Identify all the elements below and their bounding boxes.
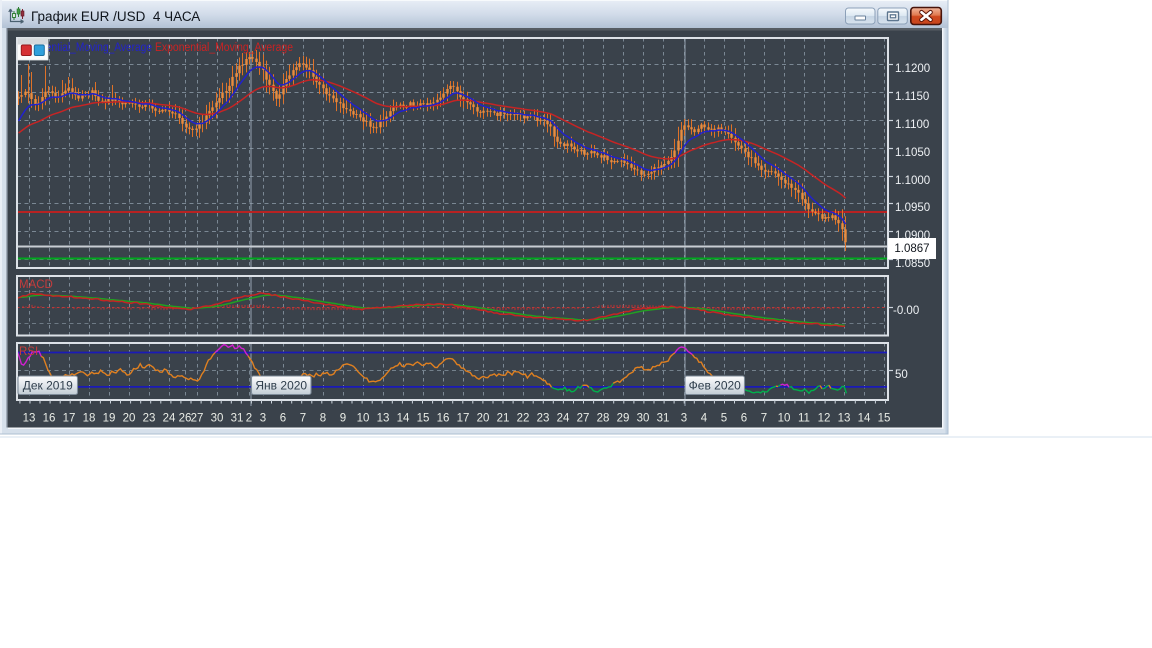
svg-text:MACD: MACD: [19, 279, 53, 291]
svg-text:29: 29: [617, 413, 630, 425]
svg-text:31: 31: [231, 413, 244, 425]
svg-text:-0.00: -0.00: [893, 305, 919, 317]
svg-text:15: 15: [878, 413, 891, 425]
svg-text:1.1000: 1.1000: [895, 175, 930, 187]
svg-text:19: 19: [103, 413, 116, 425]
svg-text:1.1150: 1.1150: [895, 91, 929, 103]
svg-text:6: 6: [741, 413, 747, 425]
svg-text:1.1200: 1.1200: [895, 63, 930, 75]
svg-text:3: 3: [681, 413, 687, 425]
svg-text:20: 20: [123, 413, 136, 425]
svg-text:8: 8: [320, 413, 326, 425]
svg-text:1.0950: 1.0950: [895, 202, 930, 214]
svg-text:28: 28: [597, 413, 610, 425]
svg-text:50: 50: [895, 369, 908, 381]
svg-text:1.0867: 1.0867: [894, 243, 929, 255]
svg-text:1.0850: 1.0850: [895, 258, 930, 270]
svg-text:27: 27: [577, 413, 590, 425]
svg-text:24: 24: [557, 413, 570, 425]
svg-text:18: 18: [83, 413, 96, 425]
svg-text:31: 31: [657, 413, 670, 425]
svg-text:15: 15: [417, 413, 430, 425]
svg-text:21: 21: [497, 413, 510, 425]
svg-text:23: 23: [537, 413, 550, 425]
svg-text:23: 23: [143, 413, 156, 425]
svg-text:11: 11: [798, 413, 810, 425]
svg-text:Дек 2019: Дек 2019: [23, 379, 73, 393]
svg-text:10: 10: [778, 413, 791, 425]
svg-text:24: 24: [163, 413, 176, 425]
svg-text:7: 7: [761, 413, 767, 425]
svg-text:16: 16: [437, 413, 450, 425]
svg-text:30: 30: [211, 413, 224, 425]
svg-text:RSI: RSI: [19, 346, 38, 358]
svg-text:9: 9: [340, 413, 346, 425]
svg-text:17: 17: [457, 413, 470, 425]
svg-text:13: 13: [377, 413, 390, 425]
svg-text:27: 27: [191, 413, 204, 425]
svg-text:26: 26: [179, 413, 192, 425]
svg-text:5: 5: [721, 413, 727, 425]
svg-text:10: 10: [357, 413, 370, 425]
svg-text:17: 17: [63, 413, 76, 425]
svg-text:График EUR /USD 4 ЧАСА: График EUR /USD 4 ЧАСА: [31, 9, 200, 24]
svg-text:1.1100: 1.1100: [895, 119, 929, 131]
svg-text:Фев 2020: Фев 2020: [689, 379, 742, 393]
svg-text:14: 14: [858, 413, 871, 425]
svg-text:13: 13: [23, 413, 36, 425]
svg-text:Exponential_Moving_Average: Exponential_Moving_Average: [155, 42, 293, 54]
svg-text:20: 20: [477, 413, 490, 425]
svg-text:3: 3: [260, 413, 266, 425]
svg-text:12: 12: [818, 413, 831, 425]
svg-text:7: 7: [300, 413, 306, 425]
svg-text:30: 30: [637, 413, 650, 425]
svg-text:2: 2: [246, 413, 252, 425]
svg-text:4: 4: [701, 413, 708, 425]
svg-text:14: 14: [397, 413, 410, 425]
svg-text:16: 16: [43, 413, 56, 425]
svg-text:6: 6: [280, 413, 286, 425]
svg-text:Янв 2020: Янв 2020: [255, 379, 307, 393]
svg-text:13: 13: [838, 413, 851, 425]
svg-text:22: 22: [517, 413, 530, 425]
svg-text:1.1050: 1.1050: [895, 147, 930, 159]
